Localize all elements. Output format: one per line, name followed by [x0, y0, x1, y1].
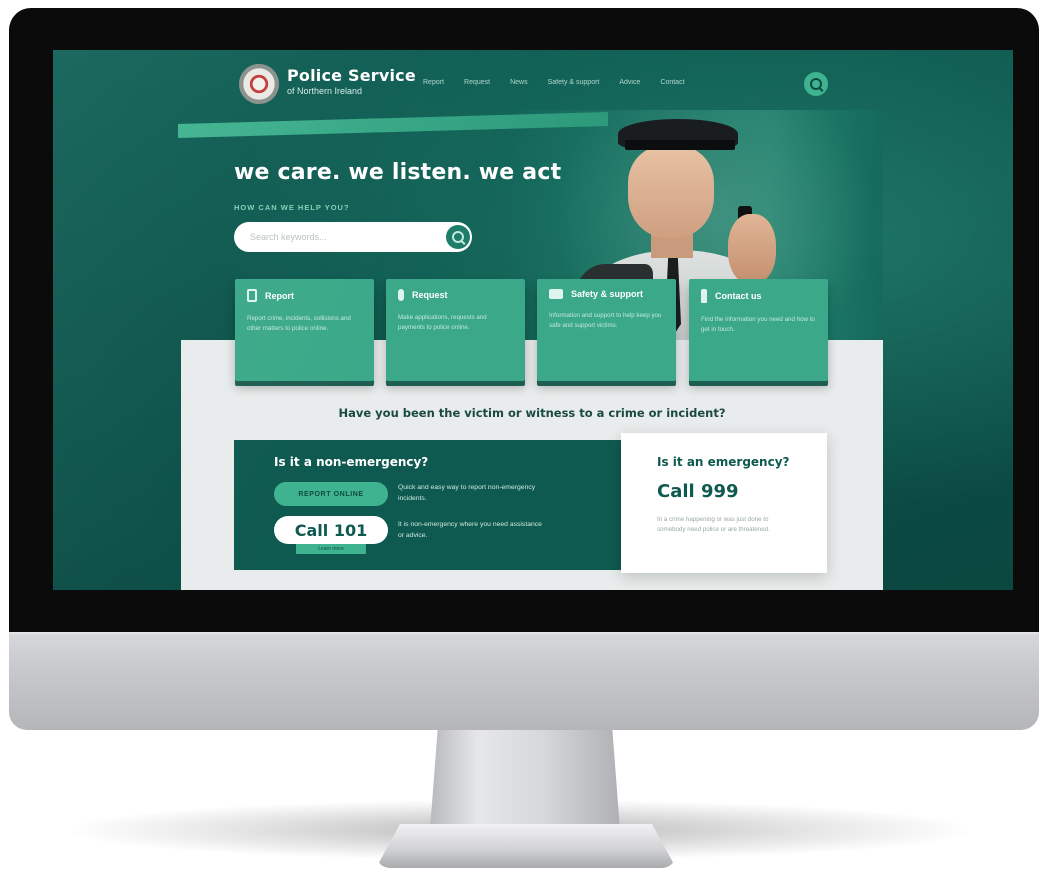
psni-logo-icon[interactable] [239, 64, 279, 104]
emergency-title: Is it an emergency? [657, 455, 790, 469]
call-999-label[interactable]: Call 999 [657, 481, 739, 502]
call-101-button[interactable]: Call 101 [274, 516, 388, 544]
phone-icon [247, 289, 257, 302]
card-contact-us[interactable]: Contact us Find the information you need… [689, 279, 828, 381]
logo-title[interactable]: Police Service [287, 66, 416, 85]
monitor-neck [430, 730, 620, 830]
help-label: HOW CAN WE HELP YOU? [234, 203, 350, 212]
search-icon [452, 231, 464, 243]
card-title: Safety & support [571, 289, 644, 299]
report-online-button[interactable]: REPORT ONLINE [274, 482, 388, 506]
emergency-description: In a crime happening or was just done to… [657, 516, 770, 533]
section-question: Have you been the victim or witness to a… [338, 406, 726, 420]
hero-search-button[interactable] [446, 225, 470, 249]
card-text: Information and support to help keep you… [549, 312, 662, 329]
nav-item-contact[interactable]: Contact [660, 79, 684, 86]
logo-subtitle: of Northern Ireland [287, 86, 363, 96]
card-request[interactable]: Request Make applications, requests and … [386, 279, 525, 381]
card-text: Find the information you need and how to… [701, 316, 815, 333]
hero-search-input[interactable] [234, 222, 472, 252]
monitor-chin [9, 632, 1039, 730]
card-text: Make applications, requests and payments… [398, 314, 487, 331]
hero-title: we care. we listen. we act [234, 160, 562, 185]
non-emergency-title: Is it a non-emergency? [274, 455, 429, 469]
non-emergency-panel: Is it a non-emergency? REPORT ONLINE Qui… [234, 440, 621, 570]
card-title: Request [412, 290, 448, 300]
officer-cap-band [625, 140, 735, 150]
officer-face [628, 146, 714, 238]
main-nav: Report Request News Safety & support Adv… [423, 79, 685, 86]
officer-hand [728, 214, 776, 284]
briefcase-icon [549, 289, 563, 299]
monitor-foot [376, 824, 676, 868]
card-safety-support[interactable]: Safety & support Information and support… [537, 279, 676, 381]
card-text: Report crime, incidents, collisions and … [247, 315, 351, 332]
report-online-description: Quick and easy way to report non-emergen… [398, 484, 536, 502]
call-101-link[interactable]: Learn more [296, 544, 366, 554]
bottle-icon [701, 289, 707, 303]
microphone-icon [398, 289, 404, 301]
card-title: Report [265, 290, 294, 301]
search-icon [810, 78, 822, 90]
nav-item-request[interactable]: Request [464, 79, 490, 86]
header-search-button[interactable] [804, 72, 828, 96]
card-report[interactable]: Report Report crime, incidents, collisio… [235, 279, 374, 381]
nav-item-report[interactable]: Report [423, 79, 444, 86]
screen: Police Service of Northern Ireland Repor… [53, 50, 1013, 590]
nav-item-advice[interactable]: Advice [619, 79, 640, 86]
emergency-panel: Is it an emergency? Call 999 In a crime … [621, 433, 827, 573]
call-101-description: It is non-emergency where you need assis… [398, 521, 542, 539]
nav-item-safety-support[interactable]: Safety & support [548, 79, 600, 86]
nav-item-news[interactable]: News [510, 79, 528, 86]
card-title: Contact us [715, 291, 762, 301]
